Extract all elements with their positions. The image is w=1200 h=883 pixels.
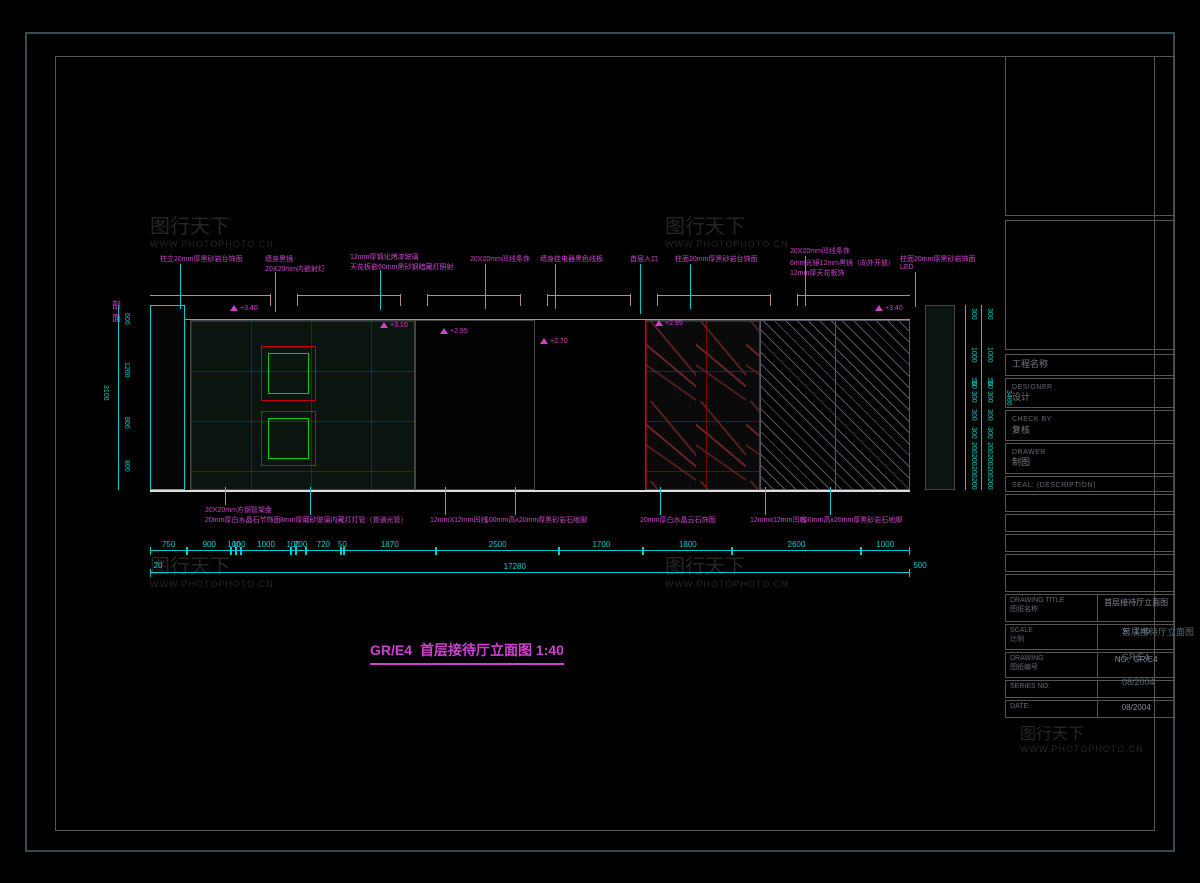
field-seal: SEAL: (DESCRIPTION) xyxy=(1005,476,1175,492)
anno: 100mm高x20mm厚黑砂岩石地脚 xyxy=(800,515,902,525)
dim-segment: 200 xyxy=(965,454,975,466)
empty-row xyxy=(1005,534,1175,552)
anno: 12mmx12mm凹线 xyxy=(750,515,806,525)
dim-segment: 300 xyxy=(981,389,991,407)
info-box-1 xyxy=(1005,220,1175,350)
dim-segment: 300 xyxy=(965,389,975,407)
recess-1 xyxy=(261,346,316,401)
field-date: DATE: 08/2004 xyxy=(1005,700,1175,718)
empty-row xyxy=(1005,494,1175,512)
anno: 柱立20mm厚黑砂岩台饰面 xyxy=(160,254,242,264)
side-captions: 首层接待厅立面图 GR/E4 08/2004 xyxy=(1122,620,1194,696)
anno: 墙身黑镜20X20mm内嵌射灯 xyxy=(265,254,325,274)
empty-row xyxy=(1005,554,1175,572)
panel-4-marble xyxy=(645,320,760,490)
dim-segment: 200 xyxy=(981,442,991,454)
anno: 柱面20mm厚黑砂岩台饰面 xyxy=(675,254,757,264)
ceiling-profile xyxy=(150,295,910,320)
dim-segment: 200 xyxy=(981,466,991,478)
elev-mark: +3.10 xyxy=(380,322,408,329)
anno: 20X20mm凹线条饰 xyxy=(470,254,530,264)
dim-segment: 300 xyxy=(981,305,991,323)
empty-row xyxy=(1005,514,1175,532)
watermark: 图行天下WWW.PHOTOPHOTO.CN xyxy=(150,550,274,589)
dim-segment: 1000 xyxy=(981,323,991,383)
dim-total-left: 3100 xyxy=(102,385,109,401)
dim-segment: 1700 xyxy=(559,550,643,560)
watermark: 图行天下WWW.PHOTOPHOTO.CN xyxy=(665,550,789,589)
anno: 6mm光镜12mm黑镜（向外开放）12mm厚天花板饰 xyxy=(790,258,895,278)
dim-chain-left: 6001200800800 xyxy=(118,305,128,490)
dim-segment: 1000 xyxy=(965,323,975,383)
dim-segment: 800 xyxy=(118,403,128,447)
watermark: 图行天下WWW.PHOTOPHOTO.CN xyxy=(1020,720,1144,754)
dim-chain-right: 3003001000100050505050300300300300300300… xyxy=(965,305,995,490)
panel-1 xyxy=(190,320,415,490)
dim-segment: 1000 xyxy=(861,550,910,560)
dim-segment: 200 xyxy=(965,478,975,490)
elevation-view: +3.40 +3.10 +2.95 +2.70 +2.95 +3.40 柱立20… xyxy=(110,260,940,550)
dim-segment: 2500 xyxy=(436,550,559,560)
dim-segment: 200 xyxy=(965,442,975,454)
dim-segment: 300 xyxy=(981,424,991,442)
dim-segment: 300 xyxy=(981,406,991,424)
elev-mark: +3.40 xyxy=(230,305,258,312)
dim-segment: 800 xyxy=(118,446,128,490)
dim-segment: 300 xyxy=(965,305,975,323)
panel-2-dark xyxy=(415,320,535,490)
column-right xyxy=(925,305,955,490)
elev-mark: +2.95 xyxy=(655,320,683,327)
elev-mark: +3.40 xyxy=(875,305,903,312)
dim-segment: 200 xyxy=(981,454,991,466)
column-left xyxy=(150,305,185,490)
elev-mark: +2.95 xyxy=(440,328,468,335)
elev-mark: +2.70 xyxy=(540,338,568,345)
field-drawing-title: DRAWING TITLE图纸名称 首层接待厅立面图 xyxy=(1005,594,1175,622)
title-block: 工程名称 DESIGNER 设计 CHECK BY 复核 DRAWER 制图 S… xyxy=(1005,56,1175,829)
panel-3-open xyxy=(535,320,645,490)
dim-segment: 200 xyxy=(296,550,306,560)
dim-segment: 720 xyxy=(306,550,342,560)
anno: 20X20mm凹线条饰 xyxy=(790,246,850,256)
anno: 20X20mm方钢管架金20mm厚白水晶石节饰面 xyxy=(205,505,280,525)
field-designer: DESIGNER 设计 xyxy=(1005,378,1175,409)
dim-segment: 1870 xyxy=(344,550,436,560)
anno: 100mm高x20mm厚黑砂岩石地脚 xyxy=(485,515,587,525)
dim-segment: 200 xyxy=(981,478,991,490)
floor-line xyxy=(150,490,910,492)
anno: 20mm厚白水晶云石饰面 xyxy=(640,515,715,525)
recess-2 xyxy=(261,411,316,466)
anno: 8mm厚磨砂玻璃内藏灯灯管（普通光管） xyxy=(280,515,408,525)
anno: 12mm厚钢化烤漆玻璃天花板嵌60mm黑砂钢暗藏灯照射 xyxy=(350,252,453,272)
anno: 首层入口 xyxy=(630,254,658,264)
drawing-canvas: +3.40 +3.10 +2.95 +2.70 +2.95 +3.40 柱立20… xyxy=(70,70,1010,815)
dim-segment: 300 xyxy=(965,406,975,424)
field-project: 工程名称 xyxy=(1005,354,1175,376)
dim-segment: 300 xyxy=(965,424,975,442)
anno: 12mmX12mm凹线 xyxy=(430,515,488,525)
axis-label: 剖面 xyxy=(112,298,121,324)
dim-segment: 1200 xyxy=(118,338,128,403)
dim-label: 500 xyxy=(913,561,926,570)
field-drawer: DRAWER 制图 xyxy=(1005,443,1175,474)
empty-row xyxy=(1005,574,1175,592)
anno: 柱面20mm厚黑砂岩饰面LED xyxy=(900,254,975,271)
panel-5-hatch xyxy=(760,320,910,490)
anno: 墙身挂电器黑色线板 xyxy=(540,254,603,264)
drawing-title: GR/E4首层接待厅立面图 1:40 xyxy=(370,640,564,665)
logo-box xyxy=(1005,56,1175,216)
dim-segment: 200 xyxy=(965,466,975,478)
field-check: CHECK BY 复核 xyxy=(1005,410,1175,441)
watermark: 图行天下WWW.PHOTOPHOTO.CN xyxy=(665,210,789,249)
watermark: 图行天下WWW.PHOTOPHOTO.CN xyxy=(150,210,274,249)
